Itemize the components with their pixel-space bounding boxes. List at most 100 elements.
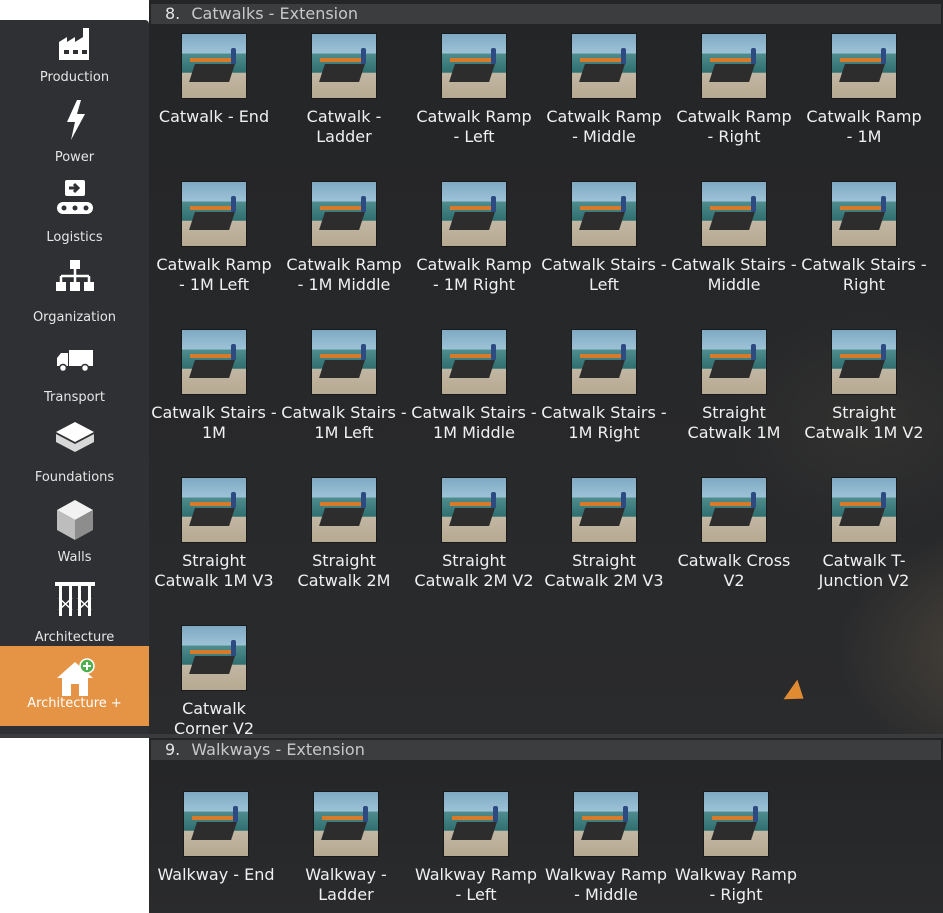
sidebar-item-label: Walls <box>57 550 92 565</box>
deck-shape <box>319 508 365 526</box>
deck-shape <box>449 64 495 82</box>
category-sidebar: Production Power Logistics Organization … <box>0 20 149 734</box>
rail-shape <box>190 206 234 210</box>
build-item-tile[interactable]: Catwalk Ramp - 1M Right <box>409 181 539 295</box>
item-label: Catwalk Cross V2 <box>677 551 791 590</box>
build-item-tile[interactable]: Catwalk Stairs - Left <box>539 181 669 295</box>
deck-shape <box>579 64 625 82</box>
figure-shape <box>231 196 236 212</box>
deck-shape <box>189 212 235 230</box>
build-item-tile[interactable]: Catwalk Ramp - Middle <box>539 33 669 147</box>
sidebar-item-architecture-plus[interactable]: Architecture + <box>0 646 149 726</box>
build-item-tile[interactable]: Straight Catwalk 2M V2 <box>409 477 539 591</box>
rail-shape <box>320 58 364 62</box>
figure-shape <box>751 196 756 212</box>
build-item-tile[interactable]: Catwalk Ramp - 1M Middle <box>279 181 409 295</box>
item-thumbnail <box>831 329 897 395</box>
deck-shape <box>579 212 625 230</box>
sidebar-item-production[interactable]: Production <box>0 20 149 100</box>
figure-shape <box>363 806 368 822</box>
build-item-tile[interactable]: Catwalk Stairs - 1M Left <box>279 329 409 443</box>
item-label: Walkway - Ladder <box>305 865 387 904</box>
sidebar-item-power[interactable]: Power <box>0 100 149 180</box>
sidebar-item-label: Production <box>39 70 110 85</box>
build-item-tile[interactable]: Catwalk Stairs - Right <box>799 181 929 295</box>
sidebar-item-label: Transport <box>43 390 105 405</box>
item-label: Catwalk Stairs - 1M Left <box>281 403 407 442</box>
build-item-tile[interactable]: Catwalk Ramp - 1M Left <box>149 181 279 295</box>
build-item-tile[interactable]: Straight Catwalk 2M <box>279 477 409 591</box>
item-label: Catwalk T- Junction V2 <box>818 551 910 590</box>
item-thumbnail <box>701 477 767 543</box>
item-thumbnail <box>311 181 377 247</box>
item-thumbnail <box>443 791 509 857</box>
item-thumbnail <box>311 477 377 543</box>
item-thumbnail <box>831 33 897 99</box>
item-label: Walkway Ramp - Right <box>674 865 798 904</box>
build-item-tile[interactable]: Catwalk Stairs - 1M <box>149 329 279 443</box>
build-item-tile[interactable]: Catwalk T- Junction V2 <box>799 477 929 591</box>
factory-icon <box>58 28 89 60</box>
build-item-tile[interactable]: Catwalk Stairs - 1M Middle <box>409 329 539 443</box>
figure-shape <box>231 640 236 656</box>
build-item-tile[interactable]: Walkway - End <box>151 791 281 885</box>
item-thumbnail <box>571 477 637 543</box>
rail-shape <box>710 354 754 358</box>
rail-shape <box>190 58 234 62</box>
item-label: Catwalk Stairs - 1M <box>151 403 277 442</box>
sidebar-item-organization[interactable]: Organization <box>0 260 149 340</box>
item-thumbnail <box>183 791 249 857</box>
rail-shape <box>840 206 884 210</box>
sidebar-item-walls[interactable]: Walls <box>0 500 149 580</box>
rail-shape <box>190 650 234 654</box>
item-thumbnail <box>441 33 507 99</box>
item-label: Straight Catwalk 2M V2 <box>414 551 534 590</box>
build-item-tile[interactable]: Walkway Ramp - Middle <box>541 791 671 905</box>
sidebar-item-transport[interactable]: Transport <box>0 340 149 420</box>
build-item-tile[interactable]: Walkway Ramp - Right <box>671 791 801 905</box>
build-item-tile[interactable]: Walkway - Ladder <box>281 791 411 905</box>
build-item-tile[interactable]: Straight Catwalk 2M V3 <box>539 477 669 591</box>
item-thumbnail <box>441 181 507 247</box>
deck-shape <box>579 508 625 526</box>
section-header: 9. Walkways - Extension <box>151 740 941 760</box>
build-item-tile[interactable]: Catwalk Stairs - Middle <box>669 181 799 295</box>
build-item-tile[interactable]: Catwalk - Ladder <box>279 33 409 147</box>
sidebar-item-logistics[interactable]: Logistics <box>0 180 149 260</box>
item-thumbnail <box>311 329 377 395</box>
item-label: Catwalk Ramp - 1M <box>806 107 922 146</box>
build-item-tile[interactable]: Catwalk Ramp - Left <box>409 33 539 147</box>
figure-shape <box>751 344 756 360</box>
figure-shape <box>361 492 366 508</box>
item-label: Straight Catwalk 1M V3 <box>154 551 274 590</box>
deck-shape <box>711 822 757 840</box>
build-item-tile[interactable]: Catwalk Ramp - Right <box>669 33 799 147</box>
item-label: Walkway Ramp - Middle <box>544 865 668 904</box>
build-item-tile[interactable]: Catwalk Stairs - 1M Right <box>539 329 669 443</box>
figure-shape <box>491 48 496 64</box>
figure-shape <box>621 492 626 508</box>
build-item-tile[interactable]: Catwalk Ramp - 1M <box>799 33 929 147</box>
build-item-tile[interactable]: Straight Catwalk 1M <box>669 329 799 443</box>
item-label: Catwalk Corner V2 <box>173 699 255 734</box>
item-label: Catwalk Stairs - Middle <box>671 255 797 294</box>
figure-shape <box>881 492 886 508</box>
item-thumbnail <box>441 477 507 543</box>
deck-shape <box>449 508 495 526</box>
sidebar-item-foundations[interactable]: Foundations <box>0 420 149 500</box>
build-item-tile[interactable]: Catwalk Corner V2 <box>149 625 279 734</box>
build-item-tile[interactable]: Walkway Ramp - Left <box>411 791 541 905</box>
item-label: Catwalk Ramp - 1M Right <box>416 255 532 294</box>
deck-shape <box>189 64 235 82</box>
deck-shape <box>579 360 625 378</box>
section-header: 8. Catwalks - Extension <box>151 4 941 24</box>
hierarchy-icon <box>55 260 94 291</box>
build-item-tile[interactable]: Straight Catwalk 1M V3 <box>149 477 279 591</box>
rail-shape <box>710 502 754 506</box>
build-item-tile[interactable]: Straight Catwalk 1M V2 <box>799 329 929 443</box>
build-item-tile[interactable]: Catwalk Cross V2 <box>669 477 799 591</box>
rail-shape <box>450 206 494 210</box>
item-label: Catwalk Ramp - Right <box>676 107 792 146</box>
build-item-tile[interactable]: Catwalk - End <box>149 33 279 127</box>
deck-shape <box>189 508 235 526</box>
